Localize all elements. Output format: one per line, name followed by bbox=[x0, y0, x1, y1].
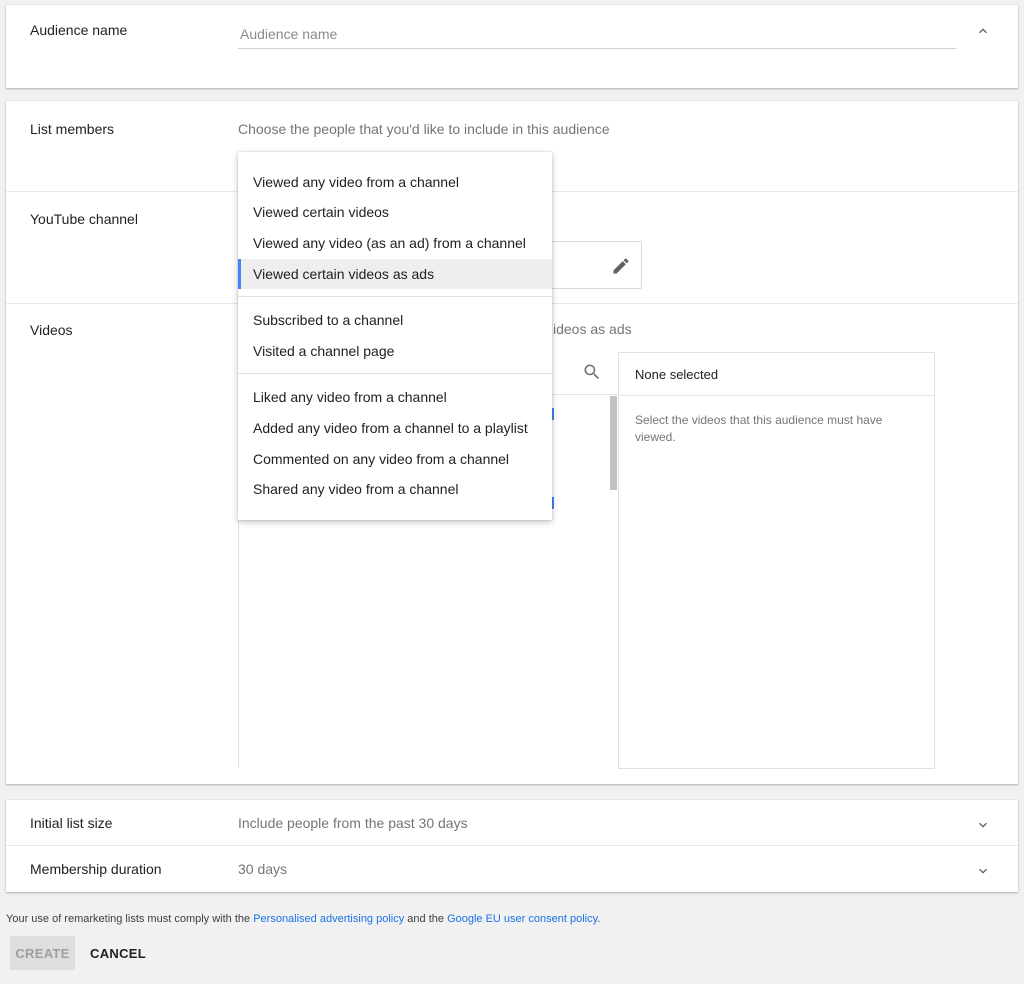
list-members-dropdown: Viewed any video from a channel Viewed c… bbox=[238, 152, 552, 520]
menu-item-commented[interactable]: Commented on any video from a channel bbox=[238, 444, 552, 474]
videos-subtitle: ideos as ads bbox=[553, 321, 632, 337]
initial-list-size-value[interactable]: Include people from the past 30 days bbox=[238, 815, 468, 831]
selected-videos-panel: None selected Select the videos that thi… bbox=[618, 352, 935, 769]
menu-item-subscribed[interactable]: Subscribed to a channel bbox=[238, 305, 552, 335]
policy-text: and the bbox=[404, 913, 448, 925]
results-scrollbar[interactable] bbox=[610, 396, 617, 490]
membership-duration-value[interactable]: 30 days bbox=[238, 861, 287, 877]
chevron-up-icon[interactable] bbox=[975, 23, 991, 39]
menu-item-viewed-certain-videos[interactable]: Viewed certain videos bbox=[238, 197, 552, 227]
videos-label: Videos bbox=[30, 322, 73, 338]
cancel-button[interactable]: CANCEL bbox=[82, 936, 154, 970]
list-members-placeholder[interactable]: Choose the people that you'd like to inc… bbox=[238, 121, 610, 137]
eu-user-consent-policy-link[interactable]: Google EU user consent policy bbox=[447, 913, 597, 925]
menu-item-viewed-any-video-as-ad[interactable]: Viewed any video (as an ad) from a chann… bbox=[238, 228, 552, 258]
audience-name-input[interactable] bbox=[238, 19, 956, 49]
selected-videos-header: None selected bbox=[635, 367, 719, 382]
menu-item-visited-channel-page[interactable]: Visited a channel page bbox=[238, 336, 552, 366]
menu-item-shared-video[interactable]: Shared any video from a channel bbox=[238, 474, 552, 504]
policy-text: Your use of remarketing lists must compl… bbox=[6, 913, 254, 925]
list-settings-card: Initial list size Include people from th… bbox=[6, 800, 1018, 892]
chevron-down-icon[interactable] bbox=[975, 817, 991, 833]
youtube-channel-label: YouTube channel bbox=[30, 211, 138, 227]
menu-item-viewed-certain-videos-as-ads[interactable]: Viewed certain videos as ads bbox=[238, 259, 552, 289]
list-members-label: List members bbox=[30, 121, 115, 137]
menu-item-added-to-playlist[interactable]: Added any video from a channel to a play… bbox=[238, 413, 552, 443]
result-marker bbox=[552, 408, 554, 420]
menu-item-liked-video[interactable]: Liked any video from a channel bbox=[238, 382, 552, 412]
audience-name-card: Audience name bbox=[6, 5, 1018, 88]
divider bbox=[619, 395, 934, 396]
pencil-icon[interactable] bbox=[611, 256, 631, 276]
search-icon[interactable] bbox=[582, 362, 602, 382]
membership-duration-label: Membership duration bbox=[30, 861, 162, 877]
menu-divider bbox=[238, 373, 552, 374]
policy-text: . bbox=[597, 913, 601, 925]
menu-item-viewed-any-video[interactable]: Viewed any video from a channel bbox=[238, 167, 552, 197]
menu-divider bbox=[238, 296, 552, 297]
personalised-advertising-policy-link[interactable]: Personalised advertising policy bbox=[253, 913, 404, 925]
policy-notice: Your use of remarketing lists must compl… bbox=[6, 913, 600, 925]
initial-list-size-label: Initial list size bbox=[30, 815, 113, 831]
create-button[interactable]: CREATE bbox=[10, 936, 75, 970]
chevron-down-icon[interactable] bbox=[975, 863, 991, 879]
audience-name-label: Audience name bbox=[30, 22, 128, 38]
result-marker bbox=[552, 497, 554, 509]
selected-videos-hint: Select the videos that this audience mus… bbox=[635, 413, 883, 444]
divider bbox=[6, 845, 1018, 846]
